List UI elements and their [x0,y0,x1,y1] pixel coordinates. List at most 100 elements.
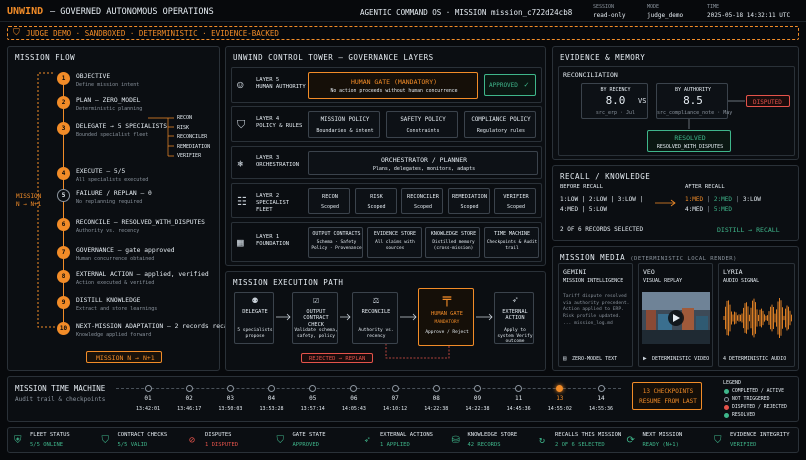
checkpoint-14[interactable] [597,384,605,392]
gemini-card[interactable]: GEMINI MISSION INTELLIGENCE Tariff dispu… [558,263,633,367]
policy-3: COMPLIANCE POLICY Regulatory rules [464,111,536,138]
policy-title: COMPLIANCE POLICY [471,117,531,123]
shield-icon: ⛉ [101,435,110,446]
layer-row-1: ▦ LAYER 1 FOUNDATION OUTPUT CONTRACTS Schema… [231,222,542,262]
checkpoint-02[interactable] [185,384,193,392]
after-row-2: 4:MED | 5:MED [685,206,732,213]
veo-card[interactable]: VEO VISUAL REPLAY ▶ DETERMINISTIC VIDEO [638,263,713,367]
checkpoint-time: 14:55:36 [588,406,614,412]
after-rec-3: 3:LOW [742,196,761,203]
document-icon: ▤ [563,355,567,362]
lyria-sub: AUDIO SIGNAL [723,278,760,284]
layer-name: LAYER 4 [256,116,280,122]
checkpoint-01[interactable] [144,384,152,392]
checkpoint-time: 13:50:03 [218,406,243,412]
reject-loop [276,313,493,359]
evidence-panel: EVIDENCE & MEMORY RECONCILIATION BY RECE… [552,46,799,160]
foundation-1: OUTPUT CONTRACTS Schema · Safety Policy ·… [308,227,363,258]
layer-desc: POLICY & RULES [256,123,303,129]
evidence-title: EVIDENCE & MEMORY [560,53,646,62]
gemini-name: GEMINI [563,268,587,276]
layer-row-2: ☷ LAYER 2 SPECIALIST FLEET RECON Scoped RISK S… [231,183,542,218]
checkpoint-num: 13 [556,395,564,402]
gemini-footer: ZERO-MODEL TEXT [572,356,618,362]
foundation-title: KNOWLEDGE STORE [430,231,477,237]
status-label: NEXT MISSION [642,432,683,438]
fleet-recon: RECON Scoped [308,188,350,214]
checkpoint-07[interactable] [391,384,399,392]
layer-row-3: ⎈ LAYER 3 ORCHESTRATION ORCHESTRATOR / PLAN… [231,146,542,179]
checkpoint-09[interactable] [473,384,481,392]
after-rec-1: 1:MED [685,196,704,203]
audio-waveform [723,298,792,338]
shield-check-icon: ⛉ [237,118,246,131]
checkpoint-08[interactable] [432,384,440,392]
checkpoint-num: 11 [515,395,523,402]
time-value: 2025-05-18 14:32:11 UTC [707,12,791,19]
checkpoint-time: 14:22:38 [424,406,449,412]
time-machine-sub: Audit trail & checkpoints [15,396,106,403]
time-machine-title: MISSION TIME MACHINE [15,384,106,393]
foundation-sub: All claims with sources [375,240,415,251]
legend-title: LEGEND [723,380,742,386]
status-label: FLEET STATUS [30,432,70,438]
policy-sub: Regulatory rules [476,128,526,134]
fleet-icon: ☷ [237,194,247,208]
checkpoint-num: 03 [226,395,234,402]
layer-name: LAYER 5 [256,77,280,83]
foundation-sub: Checkpoints & Audit trail [486,240,538,251]
fleet-title: RISK [370,194,383,200]
fleet-sub: Scoped [320,204,340,210]
execution-path-panel: MISSION EXECUTION PATH ⚉ DELEGATE 5 specia… [225,271,546,371]
legend-item: NOT TRIGGERED [732,396,770,402]
checkpoint-04[interactable] [268,384,276,392]
fleet-remediation: REMEDIATION Scoped [447,188,490,214]
specialist-branch [148,117,174,157]
alert-icon: ⊘ [189,435,196,446]
gemini-sub: MISSION INTELLIGENCE [563,278,624,284]
checkpoint-num: 02 [185,395,193,402]
policy-title: SAFETY POLICY [400,117,446,123]
session-value: read-only [593,12,626,19]
disputed-label: DISPUTED [753,98,782,106]
rejected-label: REJECTED → REPLAN [309,355,366,362]
checkpoint-11[interactable] [515,384,523,392]
mode-value: judge_demo [647,12,684,19]
checkpoint-num: 06 [350,395,358,402]
checkpoint-06[interactable] [350,384,358,392]
media-panel: MISSION MEDIA (DETERMINISTIC LOCAL RENDE… [552,246,799,371]
next-mission-button[interactable]: MISSION N → N+1 [86,351,162,363]
tower-title: UNWIND CONTROL TOWER — GOVERNANCE LAYERS [233,53,434,62]
fleet-risk: RISK Scoped [354,188,397,214]
policy-title: MISSION POLICY [320,117,370,123]
layer-name: LAYER 2 [256,192,280,199]
layer-row-4: ⛉ LAYER 4 POLICY & RULES MISSION POLICY Boun… [231,106,542,142]
checkpoint-03[interactable] [226,384,234,392]
legend-item: COMPLETED / ACTIVE [732,388,784,394]
checkpoint-05[interactable] [309,384,317,392]
approved-badge: APPROVED ✓ [484,74,536,96]
fleet-title: RECONCILER [407,194,439,200]
fleet-sub: Scoped [413,204,433,210]
checkpoint-num: 05 [309,395,317,402]
video-thumbnail[interactable] [642,292,710,344]
layer-name: LAYER 1 [256,234,280,240]
checkpoint-num: 14 [597,395,605,402]
checkpoint-time: 14:45:36 [506,406,531,412]
reconciliation-box: RECONCILIATION BY RECENCY 8.0 src_erp · … [558,66,795,156]
checkpoint-13[interactable] [556,384,564,392]
status-value: 5/5 ONLINE [30,442,64,448]
checkpoint-time: 14:22:38 [465,406,490,412]
lyria-card[interactable]: LYRIA AUDIO SIGNAL 4 DETERMINISTIC AUDIO [718,263,795,367]
resume-button[interactable]: 13 CHECKPOINTS RESUME FROM LAST [632,382,702,410]
foundation-title: EVIDENCE STORE [373,231,417,237]
brand-subtitle: — GOVERNED AUTONOMOUS OPERATIONS [50,7,214,17]
specialist-remediation: REMEDIATION [177,143,211,150]
judge-banner: ⛉ JUDGE DEMO · SANDBOXED · DETERMINISTIC… [7,26,799,40]
distill-recall: DISTILL → RECALL [717,226,780,234]
legend-item: DISPUTED / REJECTED [732,404,787,410]
history-icon: ↻ [539,435,546,446]
status-value: 42 RECORDS [467,442,501,448]
layer-desc: ORCHESTRATION [256,161,300,168]
next-mission-label: MISSION N → N+1 [96,354,155,362]
